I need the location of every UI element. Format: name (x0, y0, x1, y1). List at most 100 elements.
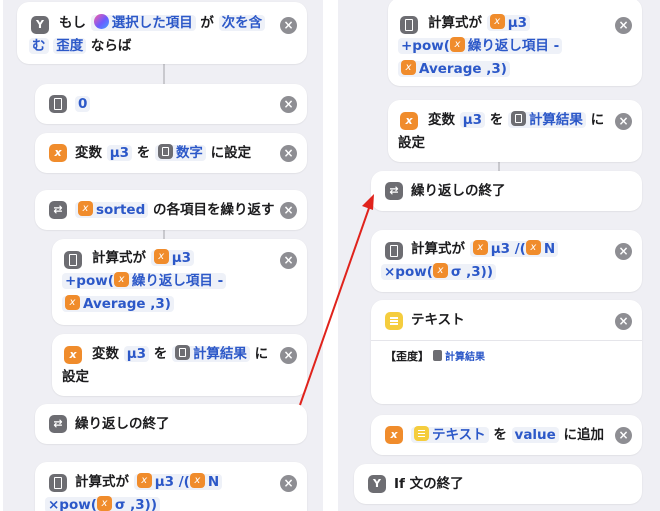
condition-operator[interactable]: 次を含 (218, 15, 266, 31)
end-repeat-label: 繰り返しの終了 (411, 183, 506, 199)
delete-action-icon[interactable]: × (615, 113, 632, 130)
text-body-field[interactable]: 【歪度】 計算結果 (385, 348, 485, 364)
repeat-each-action-card[interactable]: ⇄ sorted の各項目を繰り返す × (35, 190, 307, 230)
variable-label: 変数 (92, 346, 119, 362)
calc-result-token[interactable]: 計算結果 (171, 345, 250, 362)
wo-label: を (493, 427, 507, 443)
variable-icon (96, 496, 112, 511)
delete-action-icon[interactable]: × (280, 17, 297, 34)
variable-icon (525, 240, 541, 255)
expression-text[interactable]: +pow(繰り返し項目 - (62, 272, 227, 289)
end-repeat-label: 繰り返しの終了 (75, 416, 170, 432)
set-variable-action-card[interactable]: x 変数 μ3 を 数字 に設定 × (35, 133, 307, 173)
mu3-token[interactable]: μ3 (486, 14, 531, 31)
calculator-icon (174, 345, 190, 360)
number-value[interactable]: 0 (75, 96, 91, 112)
expression-text[interactable]: ×pow(σ ,3)) (45, 496, 160, 511)
delete-action-icon[interactable]: × (280, 347, 297, 364)
calculate-expression-action-card[interactable]: 計算式が μ3 /(N ×pow(σ ,3)) × (35, 462, 307, 511)
variable-icon (472, 240, 488, 255)
calculator-icon (385, 242, 403, 260)
calc-result-token[interactable]: 計算結果 (445, 352, 485, 363)
mu3-token[interactable]: μ3 (150, 249, 195, 266)
then-label: ならば (90, 38, 132, 54)
number-action-card[interactable]: 0 × (35, 84, 307, 124)
set-label: 設定 (398, 135, 425, 151)
expression-text[interactable]: μ3 /(N (469, 240, 559, 257)
ni-label: に (590, 112, 605, 128)
expression-text[interactable]: Average ,3) (62, 295, 174, 312)
repeat-icon: ⇄ (49, 201, 67, 219)
end-if-action-card[interactable]: Y If 文の終了 (354, 464, 642, 504)
expression-text[interactable]: +pow(繰り返し項目 - (398, 37, 563, 54)
wo-label: を (136, 145, 151, 161)
end-repeat-action-card[interactable]: ⇄ 繰り返しの終了 (35, 404, 307, 444)
expression-text[interactable]: Average ,3) (398, 60, 510, 77)
selected-item-token[interactable]: 選択した項目 (90, 14, 196, 31)
variable-icon: x (385, 426, 403, 444)
text-token[interactable]: テキスト (411, 426, 489, 443)
delete-action-icon[interactable]: × (280, 475, 297, 492)
calculator-icon (510, 111, 526, 126)
variable-icon (189, 473, 205, 488)
add-to-variable-action-card[interactable]: x テキスト を value に追加 × (371, 415, 642, 455)
set-label: 設定 (62, 369, 89, 385)
delete-action-icon[interactable]: × (280, 96, 297, 113)
condition-value[interactable]: 歪度 (53, 38, 87, 54)
delete-action-icon[interactable]: × (280, 252, 297, 269)
sorted-variable-token[interactable]: sorted (75, 201, 149, 218)
add-label: に追加 (563, 427, 605, 443)
variable-icon (65, 295, 80, 310)
delete-action-icon[interactable]: × (280, 202, 297, 219)
set-variable-action-card[interactable]: x 変数 μ3 を 計算結果 に 設定 × (388, 100, 642, 162)
calc-result-token[interactable]: 計算結果 (507, 111, 586, 128)
set-label: に設定 (210, 145, 252, 161)
variable-icon: x (400, 112, 418, 130)
variable-name[interactable]: value (511, 427, 559, 443)
delete-action-icon[interactable]: × (615, 427, 632, 444)
delete-action-icon[interactable]: × (615, 313, 632, 330)
condition-operator-cont[interactable]: む (29, 38, 49, 54)
repeat-icon: ⇄ (49, 415, 67, 433)
variable-icon (78, 201, 93, 216)
divider (371, 340, 642, 341)
calculate-label: 計算式が (92, 250, 146, 266)
expression-text[interactable]: ×pow(σ ,3)) (381, 263, 496, 280)
variable-name[interactable]: μ3 (106, 145, 133, 161)
calculate-expression-action-card[interactable]: 計算式が μ3 /(N ×pow(σ ,3)) × (371, 230, 642, 292)
calculate-expression-action-card[interactable]: 計算式が μ3 +pow(繰り返し項目 - Average ,3) × (52, 239, 307, 325)
calculate-expression-action-card[interactable]: 計算式が μ3 +pow(繰り返し項目 - Average ,3) × (388, 0, 642, 86)
variable-icon (113, 272, 129, 287)
wo-label: を (489, 112, 504, 128)
branch-icon: Y (368, 475, 386, 493)
calculate-label: 計算式が (428, 15, 482, 31)
ni-label: に (254, 346, 269, 362)
delete-action-icon[interactable]: × (615, 243, 632, 260)
right-shortcut-panel: 計算式が μ3 +pow(繰り返し項目 - Average ,3) × x 変数… (338, 0, 660, 511)
wo-label: を (153, 346, 168, 362)
set-variable-action-card[interactable]: x 変数 μ3 を 計算結果 に 設定 × (52, 334, 307, 396)
if-label: もし (59, 15, 86, 31)
repeat-icon: ⇄ (385, 182, 403, 200)
text-icon (414, 426, 429, 441)
calculate-label: 計算式が (75, 474, 129, 490)
calculator-icon (49, 95, 67, 113)
variable-icon (136, 473, 152, 488)
variable-icon (153, 249, 169, 264)
variable-name[interactable]: μ3 (123, 346, 150, 362)
variable-name[interactable]: μ3 (459, 112, 486, 128)
number-token[interactable]: 数字 (154, 144, 206, 161)
end-repeat-action-card[interactable]: ⇄ 繰り返しの終了 (371, 171, 642, 211)
delete-action-icon[interactable]: × (280, 145, 297, 162)
end-if-label: If 文の終了 (394, 476, 464, 492)
delete-action-icon[interactable]: × (615, 17, 632, 34)
text-action-title: テキスト (411, 312, 465, 328)
text-action-card[interactable]: テキスト × 【歪度】 計算結果 (371, 300, 642, 404)
expression-text[interactable]: μ3 /(N (133, 473, 223, 490)
calculator-icon (49, 474, 67, 492)
variable-icon (401, 60, 416, 75)
if-action-card[interactable]: Y もし 選択した項目 が 次を含 む 歪度 ならば × (17, 2, 307, 64)
variable-icon (489, 14, 505, 29)
calculator-icon (157, 144, 173, 159)
text-body-prefix: 【歪度】 (385, 350, 429, 363)
